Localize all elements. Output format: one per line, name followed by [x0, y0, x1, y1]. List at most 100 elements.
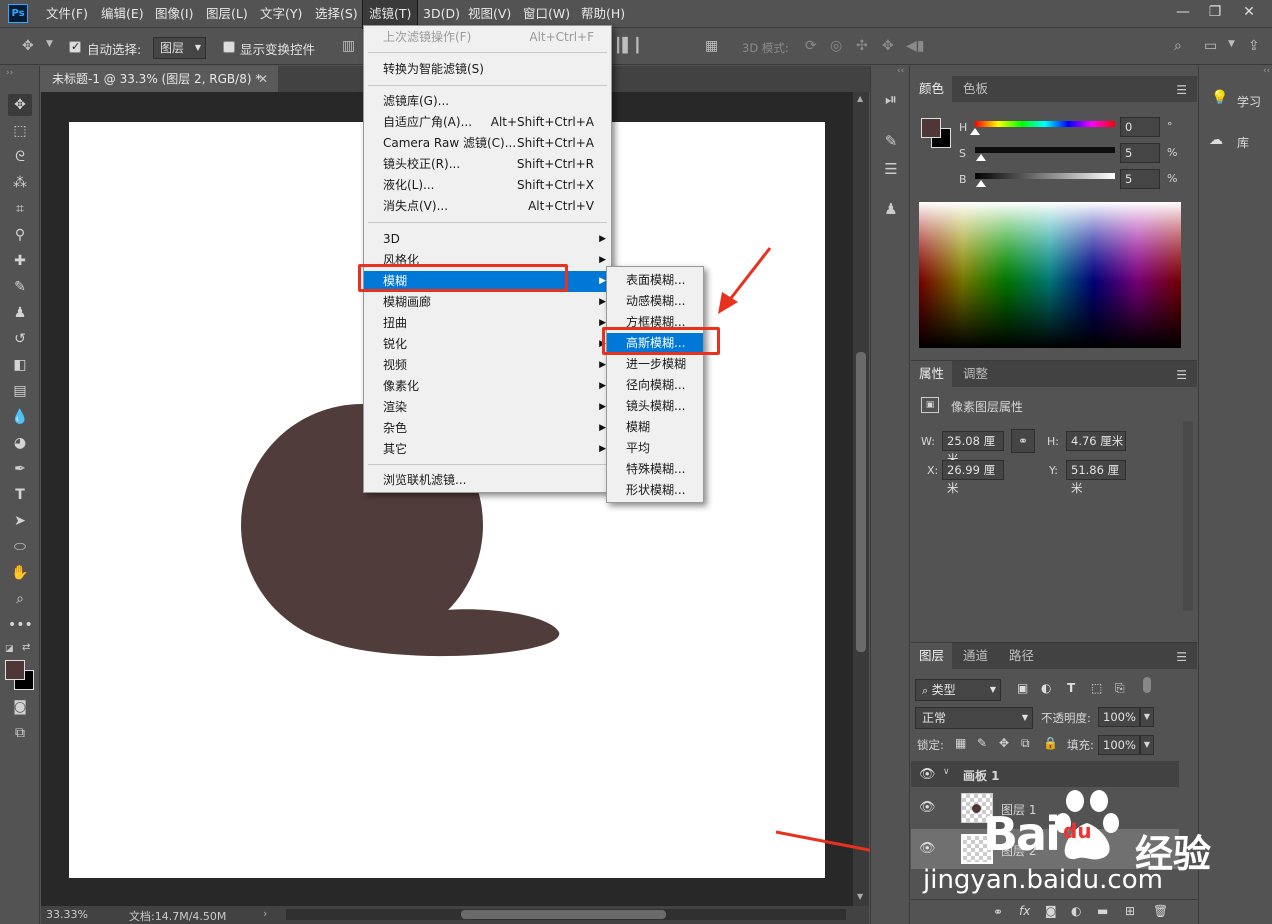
marquee-tool-icon[interactable]: ⬚ — [8, 120, 32, 142]
close-icon[interactable]: ✕ — [1234, 0, 1264, 24]
filter-smart-object-icon[interactable]: ⎘ — [1115, 681, 1125, 696]
menu-type[interactable]: 文字(Y) — [254, 0, 308, 28]
crop-tool-icon[interactable]: ⌗ — [8, 198, 32, 220]
layer-row-1[interactable]: 👁 图层 1 — [911, 788, 1179, 828]
add-mask-icon[interactable]: ◙ — [1045, 904, 1057, 918]
screen-mode-icon[interactable]: ⧉ — [8, 722, 32, 744]
menu-view[interactable]: 视图(V) — [462, 0, 517, 28]
panel-menu-icon[interactable]: ☰ — [1176, 83, 1187, 97]
submenu-sharpen[interactable]: 锐化 ▶ — [364, 334, 611, 355]
filter-pixel-icon[interactable]: ▣ — [1017, 681, 1028, 695]
eyedropper-tool-icon[interactable]: ⚲ — [8, 224, 32, 246]
filter-toggle-icon[interactable] — [1143, 677, 1151, 693]
lock-artboard-icon[interactable]: ⧉ — [1021, 736, 1030, 751]
menu-3d[interactable]: 3D(D) — [417, 0, 466, 28]
zoom-tool-icon[interactable]: ⌕ — [8, 588, 32, 610]
distribute-icon[interactable]: ┃▌┃ — [614, 38, 642, 54]
brightness-slider[interactable] — [975, 173, 1115, 179]
learn-label[interactable]: 学习 — [1237, 93, 1261, 110]
tab-paths[interactable]: 路径 — [1001, 643, 1042, 669]
layer-row-2[interactable]: 👁 图层 2 — [911, 829, 1179, 869]
menu-window[interactable]: 窗口(W) — [517, 0, 576, 28]
menu-file[interactable]: 文件(F) — [40, 0, 94, 28]
hand-tool-icon[interactable]: ✋ — [8, 562, 32, 584]
show-transform-checkbox[interactable] — [223, 41, 235, 53]
menu-filter[interactable]: 滤镜(T) — [361, 0, 419, 29]
workspace-icon[interactable]: ▭ — [1204, 38, 1217, 54]
lock-transparent-icon[interactable]: ▦ — [955, 736, 966, 750]
menu-layer[interactable]: 图层(L) — [200, 0, 254, 28]
brightness-input[interactable]: 5 — [1120, 169, 1160, 189]
path-select-tool-icon[interactable]: ➤ — [8, 510, 32, 532]
fx-icon[interactable]: fx — [1019, 904, 1030, 918]
workspace-chevron-icon[interactable]: ▼ — [1228, 39, 1235, 49]
tab-channels[interactable]: 通道 — [955, 643, 996, 669]
scroll-down-icon[interactable]: ▼ — [857, 892, 863, 901]
x-input[interactable]: 26.99 厘米 — [942, 460, 1004, 495]
scroll-up-icon[interactable]: ▲ — [857, 94, 863, 103]
menu-item-smart-blur[interactable]: 特殊模糊... — [607, 459, 703, 480]
hue-input[interactable]: 0 — [1120, 117, 1160, 137]
blend-mode-select[interactable]: 正常 ▼ — [915, 707, 1033, 729]
menu-item-convert-smart-filter[interactable]: 转换为智能滤镜(S) — [364, 59, 611, 80]
default-colors-icon[interactable]: ◪ — [5, 644, 14, 654]
auto-select-checkbox[interactable] — [69, 40, 81, 53]
menu-select[interactable]: 选择(S) — [309, 0, 364, 28]
properties-scrollbar[interactable] — [1183, 421, 1193, 611]
filter-type-icon[interactable]: T — [1067, 681, 1075, 695]
color-foreground-swatch[interactable] — [921, 118, 941, 138]
menu-item-lens-blur[interactable]: 镜头模糊... — [607, 396, 703, 417]
submenu-distort[interactable]: 扭曲 ▶ — [364, 313, 611, 334]
more-tools-icon[interactable]: ••• — [8, 614, 33, 636]
tab-adjustments[interactable]: 调整 — [955, 361, 996, 387]
library-label[interactable]: 库 — [1237, 134, 1249, 151]
lock-all-icon[interactable]: 🔒 — [1043, 736, 1058, 750]
adjustment-layer-icon[interactable]: ◐ — [1071, 904, 1081, 918]
expand-chevron-icon[interactable]: ∨ — [943, 767, 950, 777]
submenu-video[interactable]: 视频 ▶ — [364, 355, 611, 376]
menu-item-filter-gallery[interactable]: 滤镜库(G)... — [364, 91, 611, 112]
menu-item-adaptive-wide-angle[interactable]: 自适应广角(A)... Alt+Shift+Ctrl+A — [364, 112, 611, 133]
fill-input[interactable]: 100% — [1098, 735, 1140, 755]
height-input[interactable]: 4.76 厘米 — [1066, 431, 1126, 451]
lock-pixels-icon[interactable]: ✎ — [977, 736, 987, 750]
filter-adjustment-icon[interactable]: ◐ — [1041, 681, 1051, 695]
move-tool-icon[interactable]: ✥ — [22, 38, 34, 54]
color-spectrum-ramp[interactable] — [919, 202, 1181, 348]
menu-item-blur[interactable]: 模糊 — [607, 417, 703, 438]
quick-select-tool-icon[interactable]: ⁂ — [8, 172, 32, 194]
library-icon[interactable]: ☁ — [1209, 132, 1223, 148]
link-layers-icon[interactable]: ⚭ — [993, 905, 1003, 919]
menu-item-blur-more[interactable]: 进一步模糊 — [607, 354, 703, 375]
submenu-pixelate[interactable]: 像素化 ▶ — [364, 376, 611, 397]
submenu-other[interactable]: 其它 ▶ — [364, 439, 611, 460]
zoom-level[interactable]: 33.33% — [46, 908, 88, 921]
close-tab-icon[interactable]: ✕ — [258, 66, 268, 92]
history-brush-tool-icon[interactable]: ↺ — [8, 328, 32, 350]
menu-item-shape-blur[interactable]: 形状模糊... — [607, 480, 703, 501]
brightness-slider-thumb[interactable] — [976, 180, 986, 187]
visibility-eye-icon[interactable]: 👁 — [919, 767, 936, 782]
trash-icon[interactable]: 🗑 — [1153, 904, 1168, 918]
horizontal-scrollbar[interactable] — [286, 909, 846, 920]
scrollbar-thumb[interactable] — [856, 352, 866, 652]
fill-chevron-icon[interactable]: ▼ — [1140, 735, 1154, 755]
brush-tool-icon[interactable]: ✎ — [8, 276, 32, 298]
tab-layers[interactable]: 图层 — [911, 643, 953, 669]
share-icon[interactable]: ⇪ — [1248, 38, 1260, 54]
quick-mask-icon[interactable]: ◙ — [8, 696, 32, 718]
swap-colors-icon[interactable]: ⇄ — [22, 642, 30, 653]
menu-item-liquify[interactable]: 液化(L)... Shift+Ctrl+X — [364, 175, 611, 196]
saturation-slider[interactable] — [975, 147, 1115, 153]
collapse-arrows-icon[interactable]: ›› — [6, 68, 13, 78]
status-arrow-icon[interactable]: › — [263, 907, 267, 920]
maximize-icon[interactable]: ❐ — [1200, 0, 1230, 24]
collapse-arrows-icon[interactable]: ‹‹ — [1263, 66, 1270, 76]
collapse-arrows-icon[interactable]: ‹‹ — [897, 66, 904, 76]
healing-brush-tool-icon[interactable]: ✚ — [8, 250, 32, 272]
history-panel-icon[interactable]: ⏯ — [879, 88, 903, 110]
menu-image[interactable]: 图像(I) — [149, 0, 199, 28]
visibility-eye-icon[interactable]: 👁 — [919, 841, 936, 856]
dodge-tool-icon[interactable]: ◕ — [8, 432, 32, 454]
panel-menu-icon[interactable]: ☰ — [1176, 368, 1187, 382]
